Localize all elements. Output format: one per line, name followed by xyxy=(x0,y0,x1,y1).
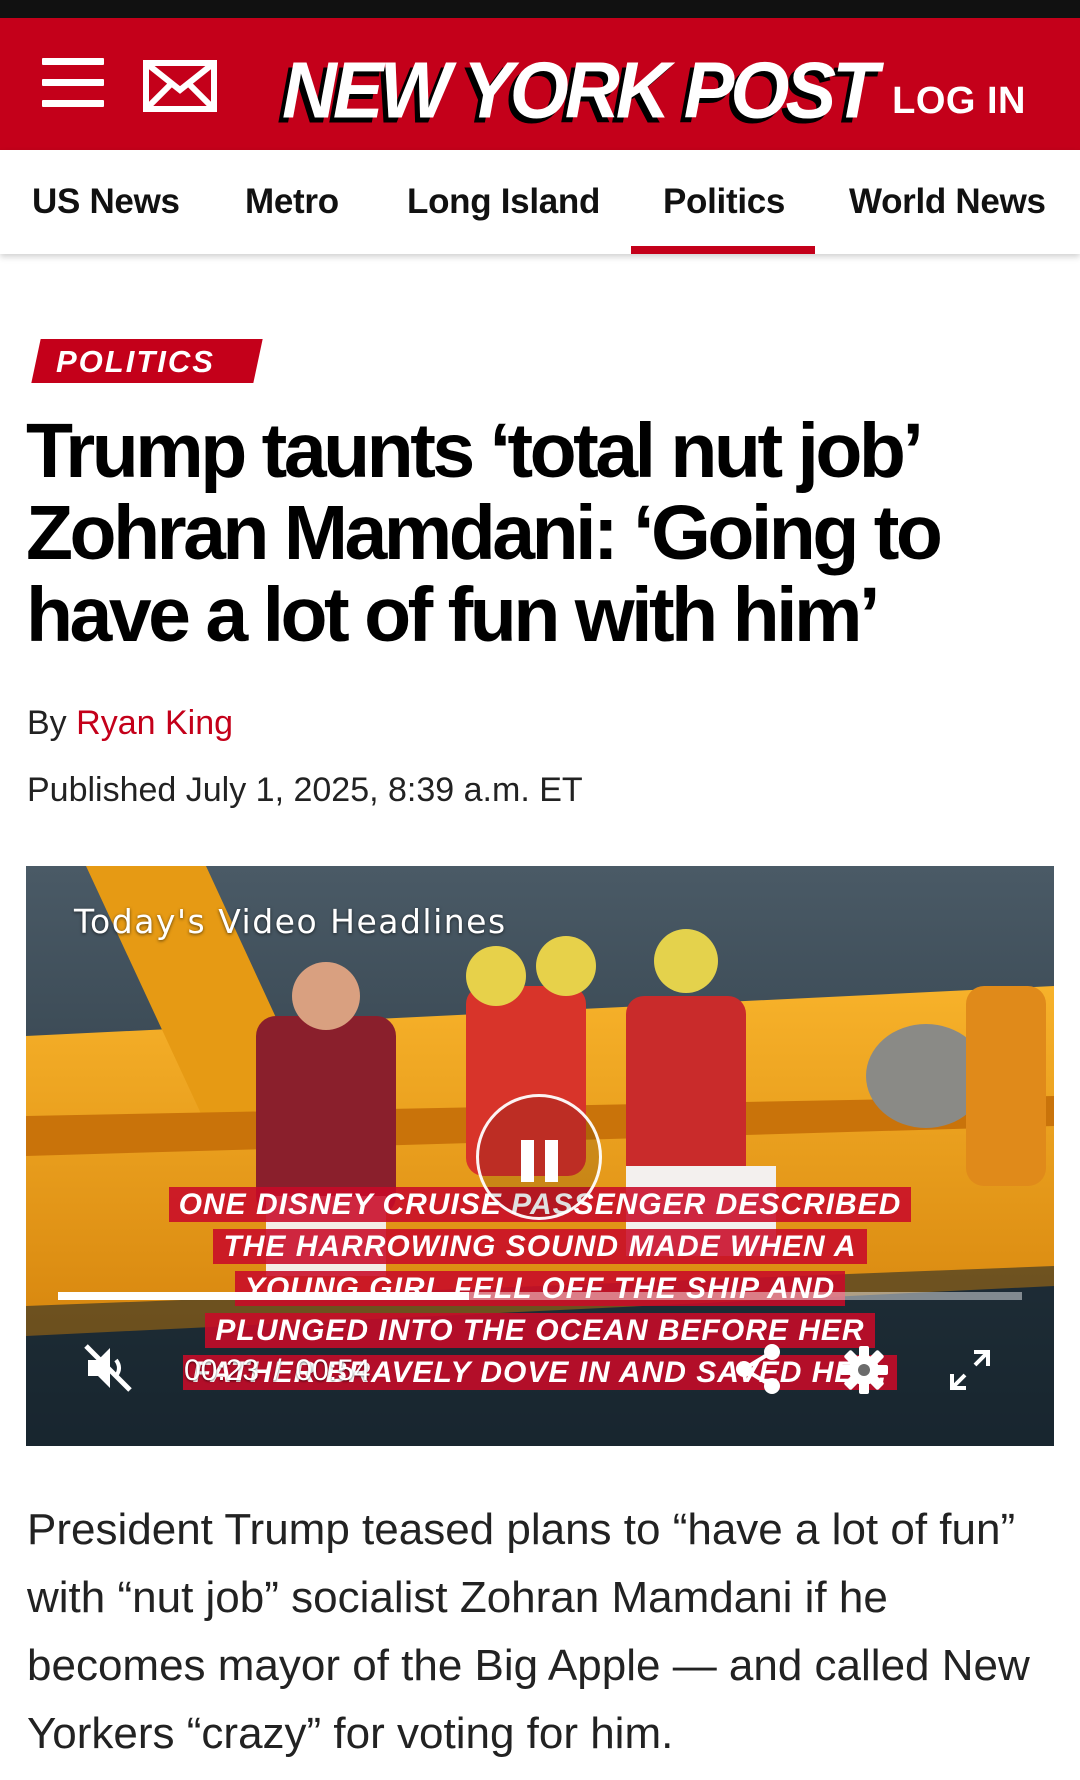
category-tag[interactable]: POLITICS xyxy=(56,339,215,383)
nav-item-world-news[interactable]: World News xyxy=(849,150,1046,254)
section-nav: US News Metro Long Island Politics World… xyxy=(0,150,1080,254)
site-logo[interactable]: NEW YORK POST xyxy=(282,45,879,136)
video-duration: 00:54 xyxy=(295,1354,371,1387)
settings-gear-icon[interactable] xyxy=(840,1346,888,1394)
video-title: Today's Video Headlines xyxy=(74,902,507,941)
nav-item-politics[interactable]: Politics xyxy=(630,150,816,254)
video-progress-fill xyxy=(58,1292,469,1300)
muted-speaker-icon[interactable] xyxy=(82,1342,134,1394)
video-current-time: 00:23 xyxy=(184,1354,260,1387)
video-caption-line: FATHER BRAVELY DOVE IN AND SAVED HER. xyxy=(26,1355,1054,1390)
hamburger-menu-icon[interactable] xyxy=(42,58,104,108)
video-time: 00:23 / 00:54 xyxy=(184,1354,371,1388)
site-header: NEW YORK POST LOG IN xyxy=(0,18,1080,150)
status-strip xyxy=(0,0,1080,18)
logo-text: NEW YORK POST xyxy=(282,45,879,136)
byline: By Ryan King xyxy=(27,704,233,743)
video-caption-line: PLUNGED INTO THE OCEAN BEFORE HER xyxy=(26,1313,1054,1348)
envelope-icon[interactable] xyxy=(143,60,217,112)
login-button[interactable]: LOG IN xyxy=(892,80,1026,123)
video-caption-line: THE HARROWING SOUND MADE WHEN A xyxy=(26,1229,1054,1264)
author-link[interactable]: Ryan King xyxy=(76,704,233,742)
byline-prefix: By xyxy=(27,704,67,742)
fullscreen-icon[interactable] xyxy=(948,1348,992,1392)
pause-icon[interactable] xyxy=(476,1094,602,1220)
nav-item-long-island[interactable]: Long Island xyxy=(407,150,600,254)
video-caption-line: YOUNG GIRL FELL OFF THE SHIP AND xyxy=(26,1271,1054,1306)
video-time-separator: / xyxy=(273,1354,282,1387)
video-progress-bar[interactable] xyxy=(58,1292,1022,1300)
article-body: President Trump teased plans to “have a … xyxy=(27,1505,1030,1758)
video-player[interactable]: Today's Video Headlines ONE DISNEY CRUIS… xyxy=(26,866,1054,1446)
nav-item-us-news[interactable]: US News xyxy=(32,150,180,254)
nav-item-metro[interactable]: Metro xyxy=(245,150,339,254)
published-date: Published July 1, 2025, 8:39 a.m. ET xyxy=(27,771,583,809)
article-headline: Trump taunts ‘total nut job’ Zohran Mamd… xyxy=(26,408,943,658)
share-icon[interactable] xyxy=(734,1342,784,1396)
